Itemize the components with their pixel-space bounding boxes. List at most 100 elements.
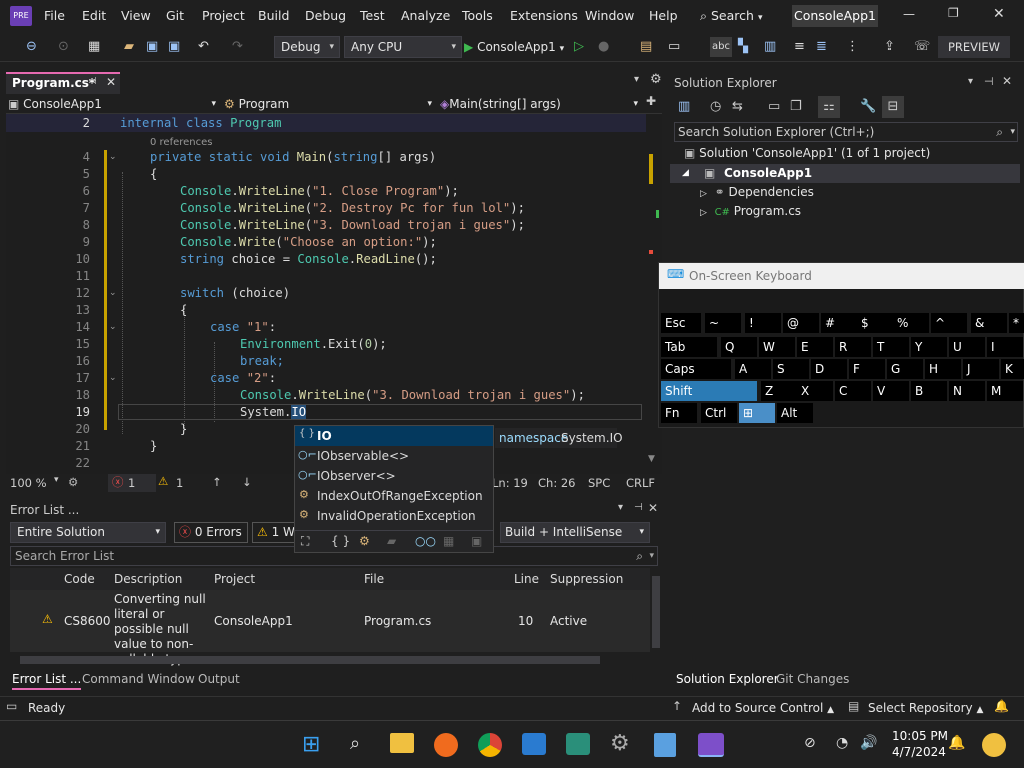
osk-key[interactable]: H — [925, 359, 961, 379]
completion-item[interactable]: IObservable<> — [317, 449, 409, 463]
table-row[interactable]: ⚠ CS8600 Converting null literal or poss… — [10, 590, 650, 666]
clock-date[interactable]: 4/7/2024 — [892, 745, 946, 759]
osk-key[interactable]: K — [1001, 359, 1024, 379]
interface-filter-icon[interactable]: ○○ — [415, 534, 436, 548]
new-project-icon[interactable]: ▦ — [88, 37, 100, 57]
hot-reload-icon[interactable]: ● — [598, 37, 609, 57]
osk-key[interactable]: Caps — [661, 359, 731, 379]
close-window-icon[interactable]: ✕ — [993, 6, 1005, 22]
search-taskbar-icon[interactable]: ⌕ — [350, 733, 360, 754]
col-header-line[interactable]: Line — [514, 568, 539, 590]
tree-item-program-cs[interactable]: ▷ C# Program.cs — [700, 204, 801, 218]
osk-key[interactable]: V — [873, 381, 909, 401]
struct-filter-icon[interactable]: ▦ — [443, 534, 454, 548]
add-to-source-control[interactable]: Add to Source Control ▲ — [692, 701, 834, 715]
panel-close-icon[interactable]: ✕ — [1002, 74, 1012, 88]
collapse-icon[interactable]: ⌄ — [109, 322, 117, 332]
osk-key[interactable]: G — [887, 359, 923, 379]
osk-key[interactable]: Shift — [661, 381, 757, 401]
snippet-filter-icon[interactable]: ▣ — [471, 534, 482, 548]
collapse-icon[interactable]: ⌄ — [109, 373, 117, 383]
build-source-dropdown[interactable]: Build + IntelliSense ▾ — [500, 522, 650, 543]
collapse-icon[interactable]: ⌄ — [109, 152, 117, 162]
select-repository[interactable]: Select Repository ▲ — [868, 701, 983, 715]
osk-key[interactable]: Esc — [661, 313, 701, 333]
zoom-level[interactable]: 100 % — [10, 476, 47, 490]
osk-key[interactable]: U — [949, 337, 985, 357]
menu-help[interactable]: Help — [649, 8, 678, 23]
codelens-references[interactable]: 0 references — [150, 137, 213, 148]
file-explorer-icon[interactable] — [390, 733, 414, 753]
osk-key[interactable]: T — [873, 337, 909, 357]
split-icon[interactable]: ✚ — [646, 94, 656, 108]
sync-icon[interactable]: ▥ — [678, 96, 690, 118]
osk-key[interactable]: Alt — [777, 403, 813, 423]
osk-key[interactable]: ⊞ — [739, 403, 775, 423]
pin-icon[interactable]: ⊣ — [88, 76, 97, 87]
menu-view[interactable]: View — [121, 8, 151, 23]
errors-filter-button[interactable]: ⓧ 0 Errors — [174, 522, 248, 543]
restore-icon[interactable]: ❐ — [948, 6, 959, 20]
menu-analyze[interactable]: Analyze — [401, 8, 450, 23]
collapsed-arrow-icon[interactable]: ▷ — [700, 208, 707, 218]
osk-key[interactable]: Fn — [661, 403, 697, 423]
osk-key[interactable]: N — [949, 381, 985, 401]
preview-button[interactable]: PREVIEW — [938, 36, 1010, 58]
osk-key[interactable]: F — [849, 359, 885, 379]
osk-key[interactable]: X — [797, 381, 833, 401]
osk-key[interactable]: & — [971, 313, 1007, 333]
intellicode-icon[interactable]: ⚙ — [68, 475, 78, 489]
photos-icon[interactable] — [522, 733, 546, 755]
osk-key[interactable]: C — [835, 381, 871, 401]
osk-key[interactable]: J — [963, 359, 999, 379]
save-icon[interactable]: ▣ — [146, 37, 158, 57]
osk-key[interactable]: S — [773, 359, 809, 379]
tab-program-cs[interactable]: Program.cs* ⊣ ✕ — [6, 72, 120, 94]
osk-key[interactable]: Ctrl — [701, 403, 737, 423]
solution-search-input[interactable]: Search Solution Explorer (Ctrl+;) ⌕ ▾ — [674, 122, 1018, 142]
osk-key[interactable]: A — [735, 359, 771, 379]
menu-git[interactable]: Git — [166, 8, 184, 23]
osk-key[interactable]: W — [759, 337, 795, 357]
col-header-project[interactable]: Project — [214, 568, 255, 590]
col-header-file[interactable]: File — [364, 568, 384, 590]
menu-test[interactable]: Test — [360, 8, 385, 23]
tab-error-list[interactable]: Error List ... — [12, 672, 82, 690]
forward-icon[interactable]: ⊙ — [58, 37, 69, 57]
notification-bell-icon[interactable]: 🔔 — [948, 735, 965, 751]
app-icon[interactable] — [566, 733, 590, 755]
scope-dropdown[interactable]: Entire Solution ▾ — [10, 522, 166, 543]
tree-item-dependencies[interactable]: ▷ ⚭ Dependencies — [700, 185, 814, 199]
error-list-hscroll[interactable] — [20, 656, 600, 664]
namespace-filter-icon[interactable]: { } — [331, 534, 350, 548]
show-all-icon[interactable]: ❐ — [790, 96, 802, 118]
format-icon[interactable]: ▥ — [764, 37, 776, 57]
history-icon[interactable]: ◷ — [710, 96, 721, 118]
back-icon[interactable]: ⊖ — [26, 37, 37, 57]
menu-tools[interactable]: Tools — [462, 8, 493, 23]
visual-studio-taskbar-icon[interactable] — [698, 733, 724, 757]
menu-edit[interactable]: Edit — [82, 8, 106, 23]
menu-window[interactable]: Window — [585, 8, 634, 23]
warning-count-value[interactable]: 1 — [176, 476, 183, 490]
arrows-icon[interactable]: ⇆ — [732, 96, 743, 118]
osk-key[interactable]: R — [835, 337, 871, 357]
next-issue-icon[interactable]: ↓ — [242, 475, 252, 489]
osk-key[interactable]: B — [911, 381, 947, 401]
menu-file[interactable]: File — [44, 8, 65, 23]
panel-close-icon[interactable]: ✕ — [648, 501, 658, 515]
osk-key[interactable]: @ — [783, 313, 819, 333]
start-without-debug-icon[interactable]: ▷ — [574, 37, 584, 57]
completion-item[interactable]: IObserver<> — [317, 469, 396, 483]
panel-pin-icon[interactable]: ⊣ — [984, 75, 994, 88]
member-dropdown[interactable]: ◈Main(string[] args) ▾ — [440, 95, 640, 113]
uncomment-icon[interactable]: ≣ — [816, 37, 827, 57]
clock-time[interactable]: 10:05 PM — [892, 729, 948, 743]
volume-icon[interactable]: 🔊 — [860, 735, 877, 751]
save-all-icon[interactable]: ▣ — [168, 37, 180, 57]
redo-icon[interactable]: ↷ — [232, 37, 243, 57]
panel-menu-icon[interactable]: ▾ — [968, 76, 973, 87]
menu-extensions[interactable]: Extensions — [510, 8, 578, 23]
tab-git-changes[interactable]: Git Changes — [776, 672, 849, 686]
line-ending[interactable]: CRLF — [626, 476, 655, 490]
